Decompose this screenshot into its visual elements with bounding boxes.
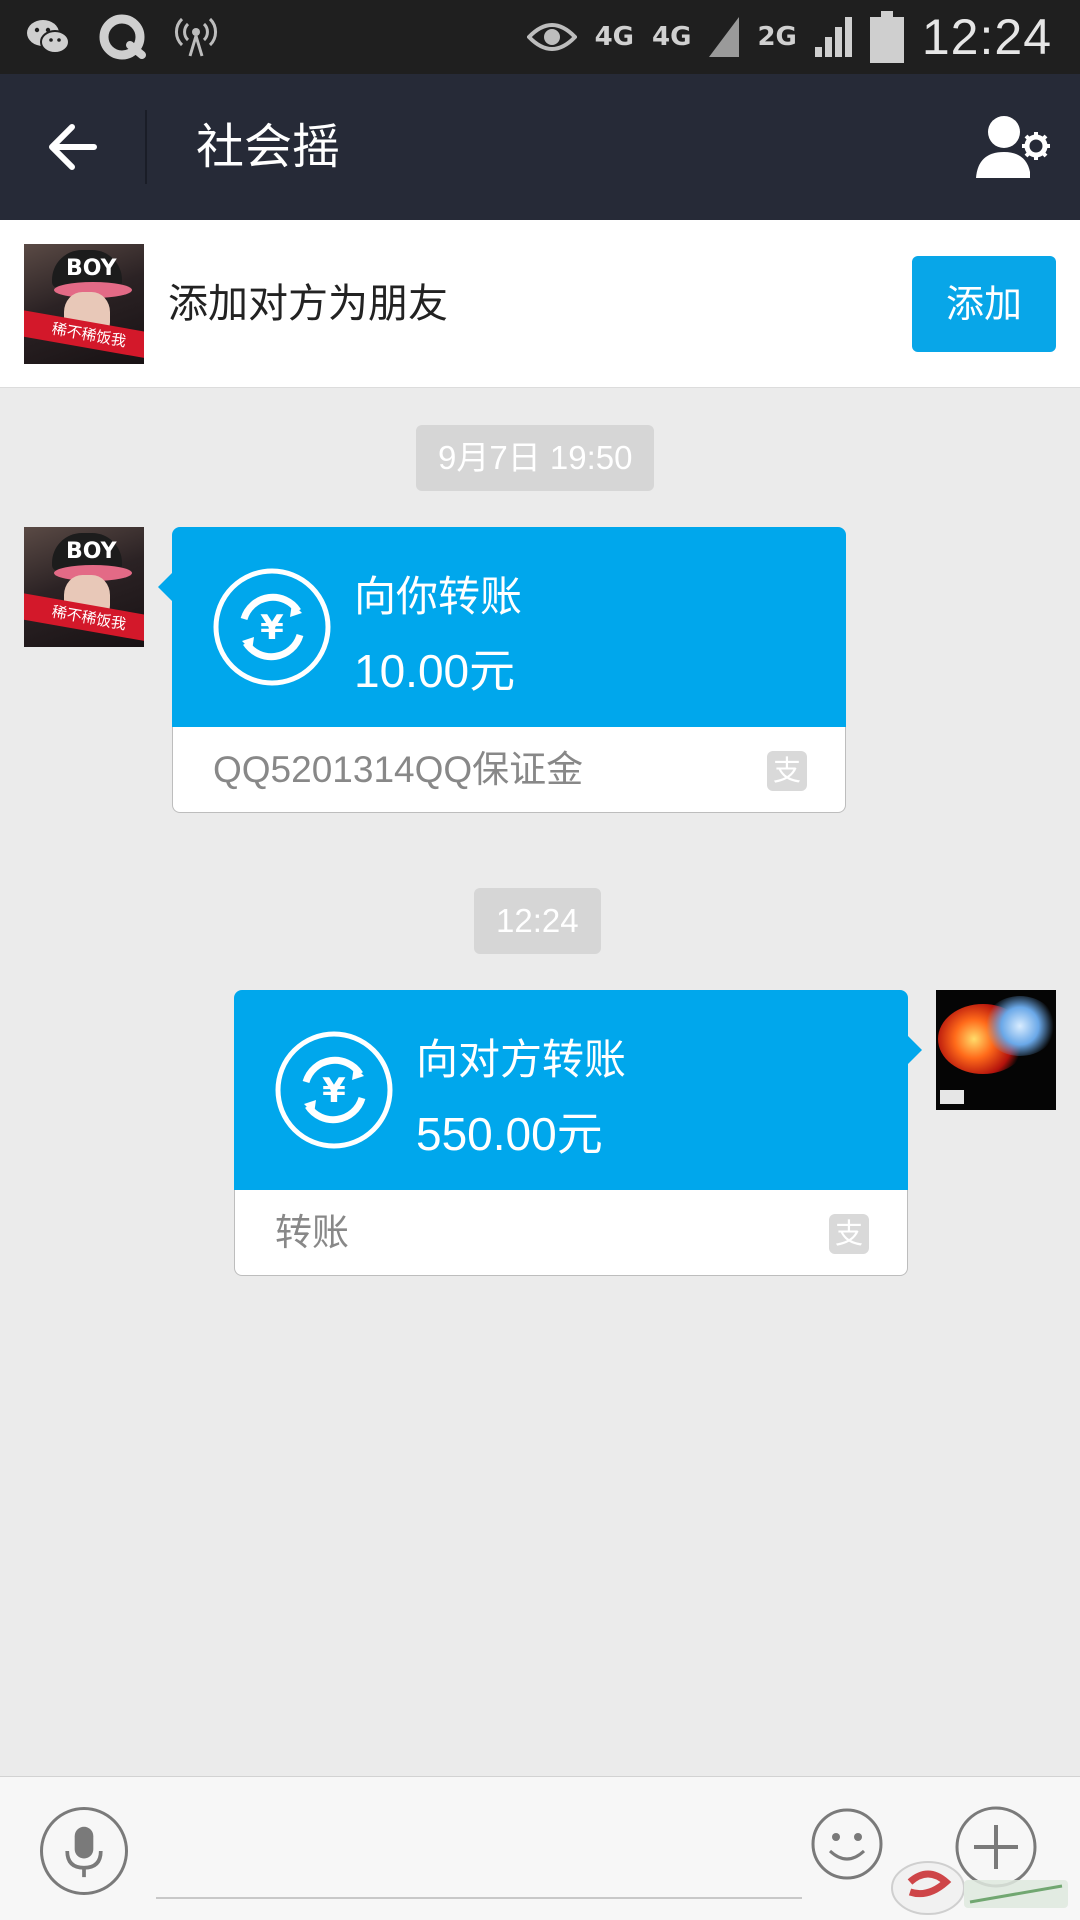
sender-avatar[interactable]: BOY 稀不稀饭我: [24, 527, 144, 647]
watermark-logo: [891, 1861, 1068, 1915]
title-divider: [145, 110, 147, 184]
my-avatar[interactable]: [936, 990, 1056, 1110]
title-bar: 社会摇: [0, 74, 1080, 220]
eye-icon: [526, 23, 577, 51]
add-friend-prompt: 添加对方为朋友: [168, 281, 448, 327]
alipay-icon: 支: [829, 1214, 869, 1254]
status-bar: 4G 4G 2G 12:24: [0, 0, 1080, 74]
transfer-note: QQ5201314QQ保证金: [213, 749, 584, 790]
microphone-icon[interactable]: [40, 1807, 128, 1895]
contact-avatar[interactable]: BOY 稀不稀饭我: [24, 244, 144, 364]
alipay-icon: 支: [767, 751, 807, 791]
incoming-transfer-card[interactable]: ¥ 向你转账 10.00元 QQ5201314QQ保证金 支: [158, 527, 846, 813]
transfer-amount: 550.00元: [416, 1108, 603, 1160]
transfer-yuan-icon: ¥: [275, 1031, 393, 1149]
transfer-note: 转账: [275, 1212, 349, 1253]
hotspot-icon: [175, 17, 217, 57]
outgoing-transfer-card[interactable]: ¥ 向对方转账 550.00元 转账 支: [234, 990, 922, 1276]
status-time: 12:24: [921, 9, 1052, 65]
message-input[interactable]: [156, 1897, 802, 1899]
battery-icon: [869, 11, 904, 63]
emoji-icon[interactable]: [810, 1807, 884, 1881]
arrow-left-icon[interactable]: [42, 116, 102, 178]
add-friend-button[interactable]: 添加: [912, 256, 1056, 352]
qq-browser-icon: [99, 14, 146, 60]
add-friend-banner: BOY 稀不稀饭我 添加对方为朋友 添加: [0, 220, 1080, 388]
network-4g-label: 4G: [594, 22, 634, 52]
chat-timestamp: 12:24: [474, 888, 601, 954]
signal-bars-icon: [814, 17, 852, 57]
page-title: 社会摇: [196, 119, 341, 175]
transfer-amount: 10.00元: [354, 645, 516, 697]
signal-icon: [709, 17, 740, 57]
svg-text:¥: ¥: [260, 608, 284, 648]
svg-text:¥: ¥: [322, 1071, 346, 1111]
user-settings-icon[interactable]: [974, 114, 1052, 180]
network-2g-label: 2G: [757, 22, 797, 52]
network-4g-label-2: 4G: [652, 22, 692, 52]
chat-timestamp: 9月7日 19:50: [416, 425, 655, 491]
transfer-title: 向对方转账: [416, 1035, 627, 1084]
wechat-icon: [27, 20, 70, 54]
transfer-yuan-icon: ¥: [213, 568, 331, 686]
transfer-title: 向你转账: [354, 572, 523, 621]
